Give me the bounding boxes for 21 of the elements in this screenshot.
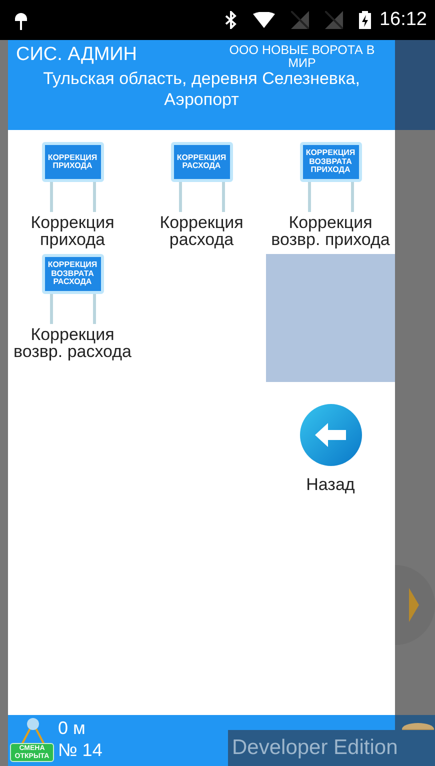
sign-board: КОРРЕКЦИЯ ВОЗВРАТА ПРИХОДА (300, 142, 362, 182)
sign-board: КОРРЕКЦИЯ ПРИХОДА (42, 142, 104, 182)
company-name: ООО НОВЫЕ ВОРОТА В МИР (228, 44, 376, 70)
no-sim-icon (291, 11, 310, 29)
edition-banner: Developer Edition (228, 730, 435, 766)
bluetooth-icon (225, 11, 238, 29)
back-button[interactable]: Назад (266, 404, 395, 498)
no-sim-icon (325, 11, 344, 29)
address-text: Тульская область, деревня Селезневка, Аэропорт (42, 68, 361, 110)
sign-board: КОРРЕКЦИЯ ВОЗВРАТА РАСХОДА (42, 254, 104, 294)
clock-time: 16:12 (379, 8, 427, 32)
menu-item-label[interactable]: Коррекция возвр. прихода (266, 214, 395, 248)
number-text: № 14 (58, 739, 102, 761)
sign-board: КОРРЕКЦИЯ РАСХОДА (170, 142, 232, 182)
menu-item-label[interactable]: Коррекция прихода (8, 214, 137, 248)
wifi-icon (253, 12, 276, 28)
user-name: СИС. АДМИН (16, 44, 138, 66)
menu-item-label[interactable]: Коррекция возвр. расхода (8, 326, 137, 360)
distance-text: 0 м (58, 717, 86, 739)
menu-item-label[interactable]: Коррекция расхода (137, 214, 266, 248)
battery-icon (359, 11, 372, 29)
